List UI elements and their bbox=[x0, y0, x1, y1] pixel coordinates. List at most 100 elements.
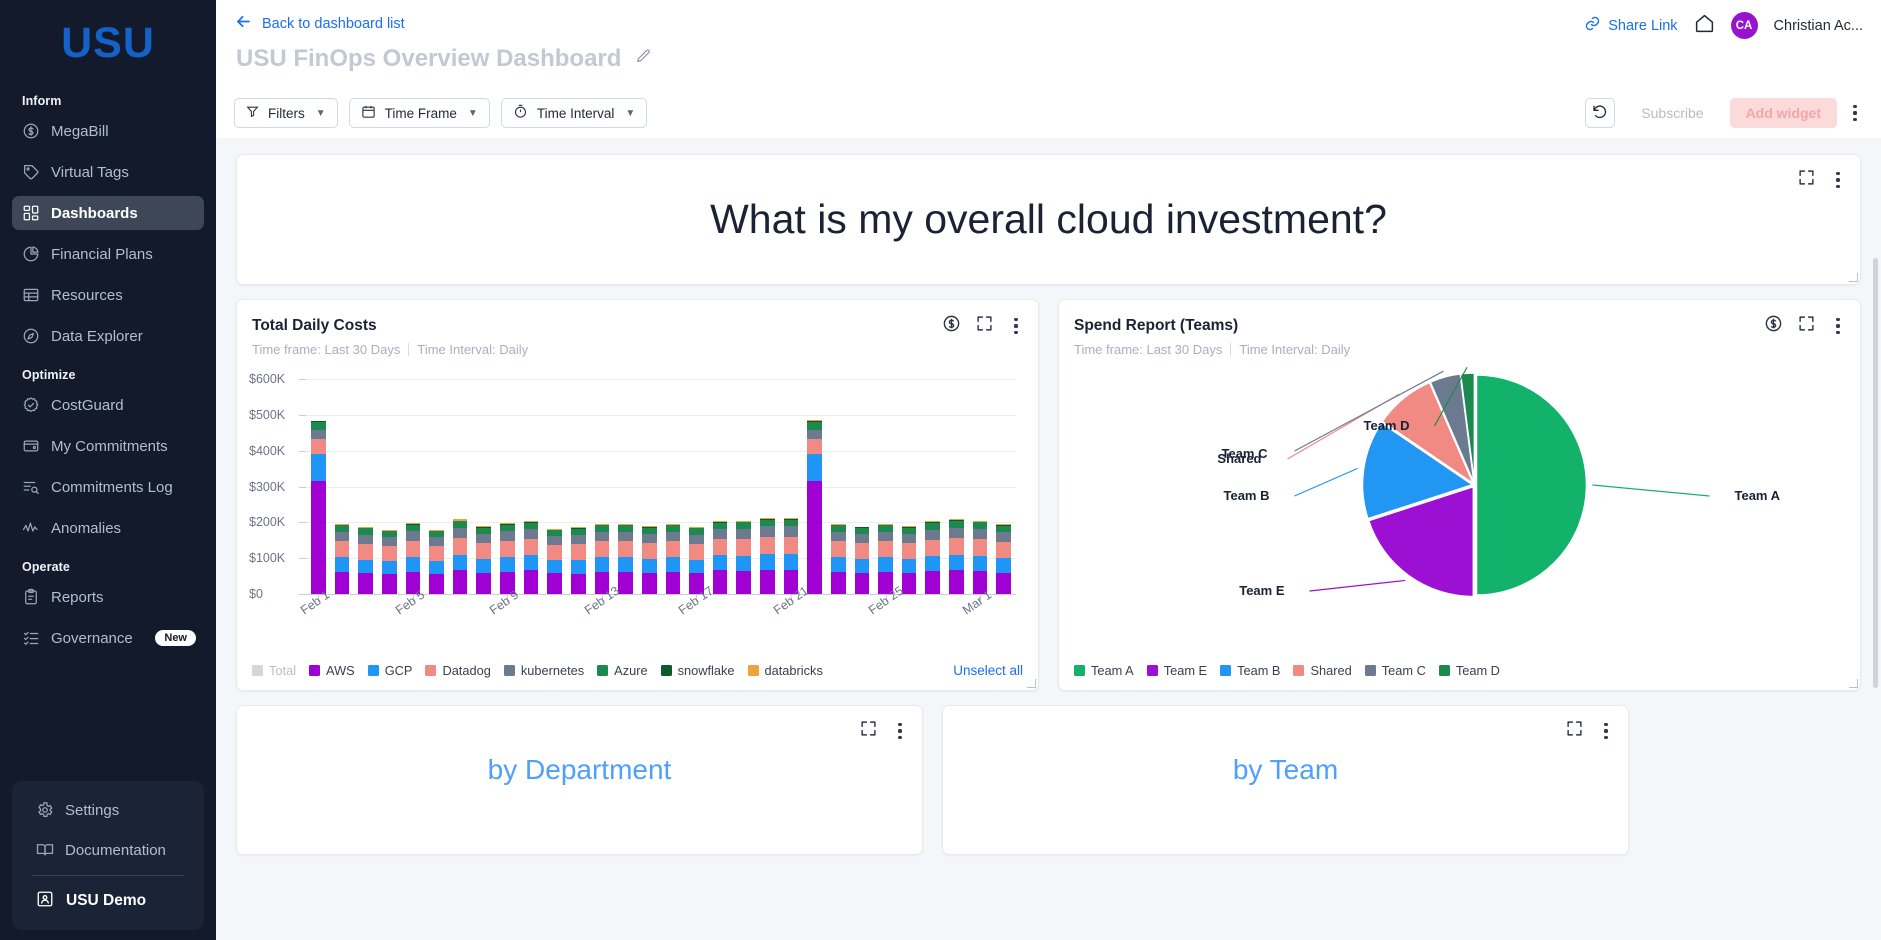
bar-column[interactable] bbox=[594, 523, 610, 594]
legend-item-databricks[interactable]: databricks bbox=[747, 663, 823, 678]
unselect-all-link[interactable]: Unselect all bbox=[953, 663, 1023, 678]
hero-more-menu[interactable] bbox=[1830, 172, 1846, 188]
account-switcher[interactable]: USU Demo bbox=[18, 886, 198, 916]
legend-item-kubernetes[interactable]: kubernetes bbox=[503, 663, 584, 678]
user-name[interactable]: Christian Ac... bbox=[1774, 18, 1863, 34]
bar-column[interactable] bbox=[830, 523, 846, 594]
canvas-scrollbar[interactable] bbox=[1873, 258, 1878, 688]
expand-icon[interactable] bbox=[1566, 720, 1583, 742]
legend-item-gcp[interactable]: GCP bbox=[367, 663, 412, 678]
bar-column[interactable] bbox=[712, 520, 728, 594]
bar-segment-aws bbox=[830, 571, 846, 594]
list-search-icon bbox=[22, 478, 40, 496]
legend-item-snowflake[interactable]: snowflake bbox=[660, 663, 735, 678]
legend-item-team-a[interactable]: Team A bbox=[1074, 663, 1134, 678]
legend-item-team-e[interactable]: Team E bbox=[1146, 663, 1207, 678]
time-interval-dropdown[interactable]: Time Interval ▼ bbox=[500, 98, 648, 128]
bar-column[interactable] bbox=[783, 517, 799, 594]
back-link-label: Back to dashboard list bbox=[262, 15, 405, 32]
bar-column[interactable] bbox=[689, 526, 704, 594]
sidebar-item-anomalies[interactable]: Anomalies bbox=[12, 511, 204, 545]
legend-item-team-c[interactable]: Team C bbox=[1364, 663, 1426, 678]
bar-column[interactable] bbox=[901, 526, 917, 594]
bar-column[interactable] bbox=[334, 523, 350, 594]
bar-column[interactable] bbox=[500, 523, 515, 594]
legend-item-aws[interactable]: AWS bbox=[309, 663, 355, 678]
add-widget-button[interactable]: Add widget bbox=[1729, 98, 1837, 128]
bar-segment-datadog bbox=[878, 541, 893, 558]
bar-more-menu[interactable] bbox=[1008, 318, 1024, 334]
legend-item-team-d[interactable]: Team D bbox=[1438, 663, 1500, 678]
currency-icon[interactable] bbox=[1764, 314, 1783, 338]
currency-icon[interactable] bbox=[942, 314, 961, 338]
bar-column[interactable] bbox=[452, 519, 468, 594]
bar-column[interactable] bbox=[429, 529, 444, 594]
legend-label: databricks bbox=[764, 663, 823, 678]
sidebar-item-resources[interactable]: Resources bbox=[12, 278, 204, 312]
legend-item-azure[interactable]: Azure bbox=[597, 663, 648, 678]
hero-question-text: What is my overall cloud investment? bbox=[710, 196, 1387, 242]
expand-icon[interactable] bbox=[976, 315, 993, 337]
legend-item-total[interactable]: Total bbox=[252, 663, 296, 678]
sidebar-item-megabill[interactable]: MegaBill bbox=[12, 114, 204, 148]
bar-column[interactable] bbox=[878, 523, 893, 594]
dashboard-more-menu[interactable] bbox=[1847, 105, 1863, 121]
sidebar-item-costguard[interactable]: CostGuard bbox=[12, 388, 204, 422]
sidebar-item-virtual-tags[interactable]: Virtual Tags bbox=[12, 155, 204, 189]
bar-column[interactable] bbox=[381, 529, 397, 594]
bar-column[interactable] bbox=[925, 520, 941, 594]
subscribe-button[interactable]: Subscribe bbox=[1625, 98, 1720, 128]
bar-column[interactable] bbox=[854, 526, 870, 594]
sidebar-item-data-explorer[interactable]: Data Explorer bbox=[12, 319, 204, 353]
legend-item-shared[interactable]: Shared bbox=[1293, 663, 1352, 678]
pie-more-menu[interactable] bbox=[1830, 318, 1846, 334]
sidebar-item-governance[interactable]: Governance New bbox=[12, 621, 204, 655]
bar-column[interactable] bbox=[618, 523, 633, 594]
filters-dropdown[interactable]: Filters ▼ bbox=[234, 98, 338, 128]
resize-handle[interactable] bbox=[1027, 679, 1036, 688]
pie-slice-team-a[interactable] bbox=[1475, 374, 1588, 596]
sidebar-item-my-commitments[interactable]: My Commitments bbox=[12, 429, 204, 463]
reset-button[interactable] bbox=[1585, 98, 1616, 128]
home-icon[interactable] bbox=[1694, 13, 1715, 39]
dollar-circle-icon bbox=[22, 122, 40, 140]
bar-column[interactable] bbox=[949, 519, 964, 594]
share-link-button[interactable]: Share Link bbox=[1584, 15, 1678, 36]
resize-handle[interactable] bbox=[1849, 273, 1858, 282]
bar-column[interactable] bbox=[760, 517, 775, 594]
bar-column[interactable] bbox=[972, 520, 988, 594]
expand-icon[interactable] bbox=[860, 720, 877, 742]
avatar[interactable]: CA bbox=[1730, 12, 1758, 39]
app-logo[interactable]: USU bbox=[0, 0, 216, 86]
bar-column[interactable] bbox=[405, 523, 421, 594]
time-frame-dropdown[interactable]: Time Frame ▼ bbox=[348, 98, 490, 128]
edit-pencil-icon[interactable] bbox=[635, 48, 652, 70]
time-interval-label: Time Interval bbox=[536, 105, 615, 121]
by-team-more-menu[interactable] bbox=[1598, 723, 1614, 739]
bar-column[interactable] bbox=[358, 526, 373, 594]
bar-panel-subtitle: Time frame: Last 30 Days Time Interval: … bbox=[237, 335, 1038, 357]
bar-column[interactable] bbox=[311, 420, 326, 594]
bar-column[interactable] bbox=[736, 520, 752, 594]
by-department-more-menu[interactable] bbox=[892, 723, 908, 739]
bar-column[interactable] bbox=[476, 526, 492, 594]
bar-column[interactable] bbox=[807, 419, 822, 594]
sidebar-item-financial-plans[interactable]: Financial Plans bbox=[12, 237, 204, 271]
legend-item-datadog[interactable]: Datadog bbox=[425, 663, 491, 678]
bar-column[interactable] bbox=[523, 520, 539, 594]
sidebar-item-settings[interactable]: Settings bbox=[18, 793, 198, 827]
back-to-dashboard-list-link[interactable]: Back to dashboard list bbox=[234, 10, 405, 35]
bar-column[interactable] bbox=[570, 527, 586, 594]
bar-column[interactable] bbox=[547, 528, 562, 594]
bar-column[interactable] bbox=[996, 523, 1012, 594]
sidebar-item-reports[interactable]: Reports bbox=[12, 580, 204, 614]
legend-item-team-b[interactable]: Team B bbox=[1220, 663, 1280, 678]
sidebar-item-dashboards[interactable]: Dashboards bbox=[12, 196, 204, 230]
expand-icon[interactable] bbox=[1798, 315, 1815, 337]
resize-handle[interactable] bbox=[1849, 679, 1858, 688]
bar-column[interactable] bbox=[665, 523, 681, 594]
sidebar-item-documentation[interactable]: Documentation bbox=[18, 833, 198, 867]
sidebar-item-commitments-log[interactable]: Commitments Log bbox=[12, 470, 204, 504]
expand-icon[interactable] bbox=[1798, 169, 1815, 191]
bar-column[interactable] bbox=[641, 526, 657, 594]
